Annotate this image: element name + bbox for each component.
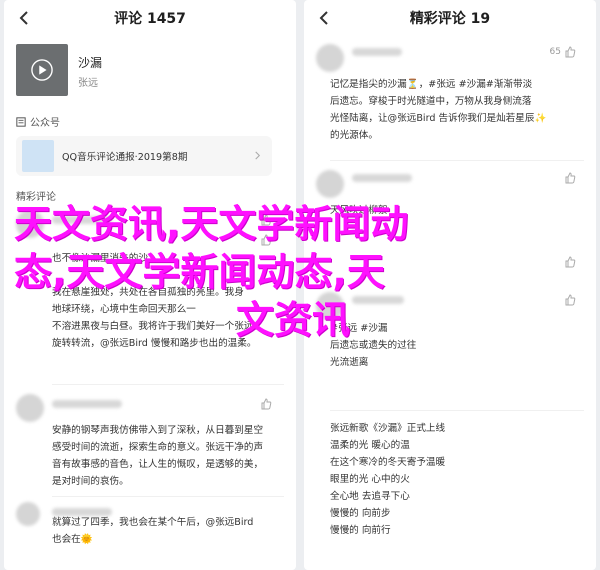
comment-body: 也不像沙漏里消失的沙 bbox=[52, 253, 148, 264]
right-phone-screen: 精彩评论 19 65 记忆是指尖的沙漏⏳，#张远 #沙漏#渐渐带淡 后遗忘。穿梭… bbox=[304, 0, 596, 570]
song-title: 沙漏 bbox=[78, 56, 103, 70]
left-phone-screen: 评论 1457 沙漏 张远 公众号 QQ音乐评论通报·2019第8期 精彩评论 … bbox=[4, 0, 296, 570]
username[interactable] bbox=[352, 296, 404, 304]
section-header-public: 公众号 bbox=[16, 114, 60, 129]
divider bbox=[52, 496, 284, 497]
thumbs-up-icon bbox=[565, 46, 576, 58]
comment-body: 安静的钢琴声我仿佛带入到了深秋，从日暮到星空 感受时间的流逝，探索生命的意义。张… bbox=[52, 425, 264, 487]
left-header: 评论 1457 bbox=[4, 0, 296, 36]
comment-body: #张远 #沙漏 后遗忘或遗失的过往 光流逝离 bbox=[330, 323, 417, 368]
thumbs-up-icon bbox=[261, 398, 272, 410]
avatar[interactable] bbox=[316, 44, 344, 72]
divider bbox=[330, 410, 584, 411]
song-artist: 张远 bbox=[78, 78, 98, 89]
thumbs-up-icon bbox=[565, 256, 576, 268]
avatar[interactable] bbox=[316, 292, 344, 320]
like-button[interactable] bbox=[260, 234, 272, 246]
card-thumbnail bbox=[22, 140, 54, 172]
comment-body: 记忆是指尖的沙漏⏳，#张远 #沙漏#渐渐带淡 后遗忘。穿梭于时光隧道中，万物从我… bbox=[330, 79, 547, 141]
avatar[interactable] bbox=[316, 170, 344, 198]
divider bbox=[330, 160, 584, 161]
like-button[interactable] bbox=[564, 172, 576, 184]
back-chevron-icon[interactable] bbox=[316, 9, 334, 27]
qq-music-card[interactable]: QQ音乐评论通报·2019第8期 bbox=[16, 136, 272, 176]
avatar[interactable] bbox=[16, 502, 40, 526]
divider bbox=[52, 384, 284, 385]
card-text: QQ音乐评论通报·2019第8期 bbox=[62, 152, 188, 163]
page-title: 评论 1457 bbox=[114, 11, 186, 27]
username[interactable] bbox=[352, 48, 402, 56]
username[interactable] bbox=[352, 174, 412, 182]
thumbs-up-icon bbox=[565, 294, 576, 306]
back-chevron-icon[interactable] bbox=[16, 9, 34, 27]
like-button[interactable]: 65 bbox=[550, 46, 576, 58]
thumbs-up-icon bbox=[261, 234, 272, 246]
comment-item: 也不像沙漏里消失的沙 bbox=[16, 210, 284, 264]
song-row[interactable]: 沙漏 张远 bbox=[16, 44, 284, 100]
right-header: 精彩评论 19 bbox=[304, 0, 596, 36]
comment-body: 就算过了四季，我也会在某个午后，@张远Bird 也会在🌞 bbox=[52, 517, 254, 545]
avatar[interactable] bbox=[16, 394, 44, 422]
song-cover[interactable] bbox=[16, 44, 68, 96]
section-header-featured: 精彩评论 bbox=[16, 192, 56, 203]
like-button[interactable] bbox=[260, 398, 272, 410]
thumbs-up-icon bbox=[261, 214, 272, 226]
comment-item: 安静的钢琴声我仿佛带入到了深秋，从日暮到星空 感受时间的流逝，探索生命的意义。张… bbox=[16, 394, 284, 487]
comment-item: 65 记忆是指尖的沙漏⏳，#张远 #沙漏#渐渐带淡 后遗忘。穿梭于时光隧道中，万… bbox=[316, 44, 588, 141]
avatar[interactable] bbox=[16, 210, 44, 238]
like-count: 65 bbox=[549, 47, 561, 57]
username[interactable] bbox=[52, 216, 112, 224]
page-title: 精彩评论 19 bbox=[409, 11, 491, 27]
chevron-right-icon bbox=[255, 151, 261, 160]
play-icon[interactable] bbox=[31, 59, 53, 81]
comment-item: 就算过了四季，我也会在某个午后，@张远Bird 也会在🌞 bbox=[16, 502, 284, 545]
thumbs-up-icon bbox=[565, 172, 576, 184]
comment-item: 天风吹过柳絮 bbox=[316, 170, 588, 216]
comment-body: 张远新歌《沙漏》正式上线 温柔的光 暖心的温 在这个寒冷的冬天寄予温暖 眼里的光… bbox=[330, 423, 446, 536]
like-button[interactable] bbox=[564, 294, 576, 306]
comment-item: #张远 #沙漏 后遗忘或遗失的过往 光流逝离 bbox=[316, 292, 588, 368]
like-button[interactable] bbox=[564, 256, 576, 268]
like-button[interactable] bbox=[260, 214, 272, 226]
username[interactable] bbox=[52, 400, 122, 408]
article-icon bbox=[16, 116, 26, 127]
comment-body: 天风吹过柳絮 bbox=[330, 205, 388, 216]
